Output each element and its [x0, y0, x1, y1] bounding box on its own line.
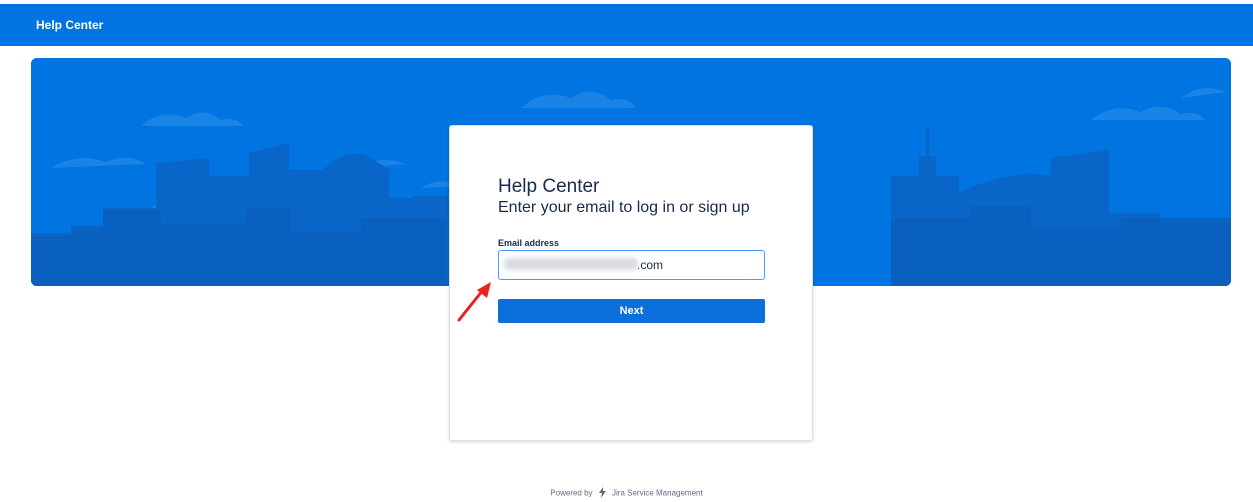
top-navigation-bar: Help Center: [0, 4, 1253, 46]
powered-by-text: Powered by: [550, 488, 593, 498]
jira-service-management-logo-icon: [597, 487, 608, 500]
login-card: Help Center Enter your email to log in o…: [449, 125, 813, 441]
jira-service-management-link[interactable]: Jira Service Management: [612, 489, 703, 498]
next-button[interactable]: Next: [498, 299, 765, 323]
email-label: Email address: [498, 238, 560, 248]
redacted-email-text: [504, 258, 638, 270]
help-center-home-link[interactable]: Help Center: [36, 18, 103, 32]
card-title: Help Center: [498, 176, 600, 197]
footer: Powered by Jira Service Management: [0, 487, 1253, 500]
card-subtitle: Enter your email to log in or sign up: [498, 199, 750, 216]
red-annotation-arrow-icon: [457, 282, 491, 322]
